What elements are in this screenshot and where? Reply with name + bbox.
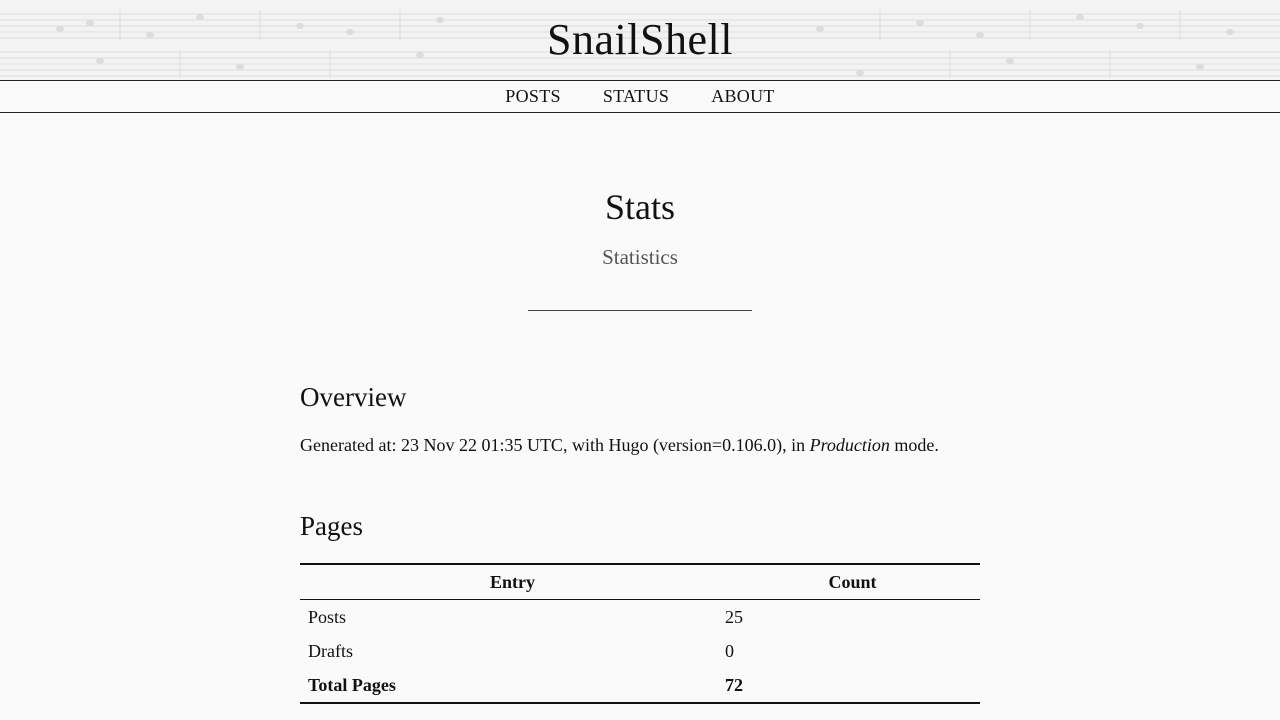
count-cell: 0 [725,640,734,661]
nav-item-status[interactable]: STATUS [603,86,669,107]
entry-cell: Posts [308,606,347,627]
page-title: Stats [604,187,675,227]
site-header: SnailShell [0,0,1280,80]
nav-item-posts[interactable]: POSTS [505,86,561,107]
table-row: Drafts 0 [300,634,980,668]
entry-cell: Drafts [308,640,353,661]
main-content: Stats Statistics Overview Generated at: … [300,185,980,704]
main-nav: POSTS STATUS ABOUT [0,80,1280,113]
overview-text-after: mode. [889,435,939,455]
count-cell: 25 [725,606,743,627]
column-header-entry: Entry [300,564,725,600]
pages-heading: Pages [300,511,363,541]
title-divider [528,310,752,311]
table-row: Posts 25 [300,600,980,635]
table-header-row: Entry Count [300,564,980,600]
column-header-count: Count [725,564,980,600]
overview-heading: Overview [300,382,407,412]
overview-text: Generated at: 23 Nov 22 01:35 UTC, with … [300,432,980,458]
page-subtitle: Statistics [602,245,678,269]
table-row-total: Total Pages 72 [300,668,980,703]
count-cell: 72 [725,674,743,695]
overview-mode: Production [809,435,890,455]
pages-table: Entry Count Posts 25 Drafts 0 Total Page… [300,563,980,704]
nav-item-about[interactable]: ABOUT [711,86,775,107]
site-title-link[interactable]: SnailShell [0,14,1280,66]
entry-cell: Total Pages [308,674,396,695]
overview-text-before: Generated at: 23 Nov 22 01:35 UTC, with … [300,435,810,455]
